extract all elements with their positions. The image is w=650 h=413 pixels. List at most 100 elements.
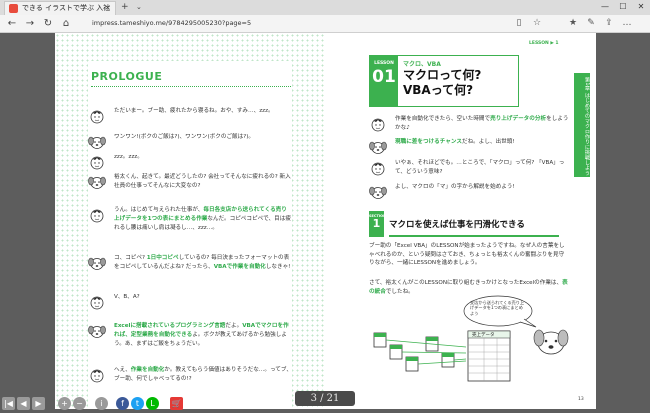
dog-face-icon bbox=[88, 325, 106, 338]
boy-face-icon bbox=[90, 369, 104, 383]
chapter-side-tab: 第1章 はじめてのマクロ作りに挑戦しよう bbox=[574, 73, 590, 177]
back-arrow-icon[interactable]: ← bbox=[4, 16, 20, 31]
dog-face-icon bbox=[88, 136, 106, 149]
highlight-text: VBAで作業を自動化 bbox=[213, 263, 266, 270]
dialog-text: コ、コピペ? 1日中コピペしているの? 毎日決まったフォーマットの表をコピペして… bbox=[114, 254, 292, 272]
first-page-icon[interactable]: |◀ bbox=[2, 397, 15, 410]
maximize-button[interactable]: ☐ bbox=[614, 0, 632, 14]
speech-bubble-text: 支店から送られてくる売り上げデータを1つの表にまとめよう bbox=[470, 300, 525, 316]
zoom-out-icon[interactable]: − bbox=[73, 397, 86, 410]
forward-arrow-icon[interactable]: → bbox=[22, 16, 38, 31]
lesson-number-badge: LESSON 01 bbox=[370, 56, 398, 106]
right-book-page: LESSON ▶ 1 LESSON 01 マクロ、VBA マクロって何? VBA… bbox=[326, 33, 596, 409]
document-icon bbox=[389, 344, 403, 360]
section-underline bbox=[389, 235, 559, 237]
dog-face-icon bbox=[369, 186, 387, 199]
boy-face-icon bbox=[371, 118, 385, 132]
reading-view-icon[interactable]: ▯ bbox=[512, 16, 526, 31]
document-icon bbox=[441, 352, 455, 368]
dialog-text: へえ、作業を自動化か。教えてもらう価値はありそうだな…。ってブ、ブー助、何でしゃ… bbox=[114, 366, 292, 384]
dog-face-icon bbox=[88, 176, 106, 189]
pen-icon[interactable]: ✎ bbox=[584, 16, 598, 31]
document-icon bbox=[405, 356, 419, 372]
text-run: だよ。 bbox=[225, 323, 243, 329]
section-number: 1 bbox=[372, 217, 381, 230]
facebook-icon[interactable]: f bbox=[116, 397, 129, 410]
info-icon[interactable]: i bbox=[95, 397, 108, 410]
lesson-title-line2: VBAって何? bbox=[403, 83, 474, 97]
document-icon bbox=[373, 332, 387, 348]
lesson-header: LESSON 01 マクロ、VBA マクロって何? VBAって何? bbox=[369, 55, 519, 107]
highlight-text: 現職に差をつけるチャンス bbox=[395, 139, 462, 145]
dialog-text: 現職に差をつけるチャンスだね。よし、出世頭! bbox=[395, 138, 569, 147]
highlight-text: 1日中コピペ bbox=[146, 255, 179, 261]
favorites-hub-icon[interactable]: ★ bbox=[566, 16, 580, 31]
body-paragraph-2: さて、裕太くんがこのLESSONに取り組むきっかけとなったExcelの作業は、表… bbox=[369, 279, 569, 296]
browser-tab[interactable]: できる イラストで学ぶ 入社 × bbox=[4, 1, 116, 15]
boy-face-icon bbox=[90, 156, 104, 170]
dialog-text: ワンワン!(ボクのご飯は?)、ワンワン(ボクのご飯は?)。 bbox=[114, 134, 254, 140]
lesson-nav: LESSON ▶ 1 bbox=[529, 41, 559, 46]
tab-bar: できる イラストで学ぶ 入社 × + ⌄ — ☐ ✕ bbox=[0, 0, 650, 15]
section-header: SECTION 1 マクロを使えば仕事を円滑化できる bbox=[369, 211, 559, 237]
left-book-page: PROLOGUE ただいまー。ブー助、疲れたから寝るね。おや、すみ…、zzz。ワ… bbox=[55, 33, 326, 409]
lesson-title-line1: マクロって何? bbox=[403, 68, 482, 82]
boy-face-icon bbox=[90, 296, 104, 310]
close-tab-icon[interactable]: × bbox=[104, 2, 111, 14]
section-number-badge: SECTION 1 bbox=[369, 211, 386, 237]
favorite-star-icon[interactable]: ☆ bbox=[530, 16, 544, 31]
home-icon[interactable]: ⌂ bbox=[58, 16, 74, 31]
lesson-label: LESSON bbox=[374, 61, 394, 66]
site-favicon-icon bbox=[9, 4, 18, 13]
dog-mascot-illustration bbox=[533, 329, 569, 355]
text-run: しなきゃ! bbox=[265, 263, 291, 270]
navigation-bar: ← → ↻ ⌂ impress.tameshiyo.me/97842950052… bbox=[0, 15, 650, 33]
dialog-text: Excelに搭載されているプログラミング言語だよ。VBAでマクロを作れば、定型業… bbox=[114, 322, 292, 348]
dialog-text: 作業を自動化できたら、空いた時間で売り上げデータの分析をしようかな♪ bbox=[395, 115, 569, 133]
prev-page-icon[interactable]: ◀ bbox=[17, 397, 30, 410]
share-icon[interactable]: ⇪ bbox=[602, 16, 616, 31]
more-menu-icon[interactable]: … bbox=[620, 16, 634, 31]
dog-face-icon bbox=[369, 141, 387, 154]
boy-face-icon bbox=[371, 162, 385, 176]
section-title: マクロを使えば仕事を円滑化できる bbox=[389, 220, 525, 230]
refresh-icon[interactable]: ↻ bbox=[40, 16, 56, 31]
dialog-text: よし、マクロの「マ」の字から解説を始めよう! bbox=[395, 184, 515, 190]
tab-title: できる イラストで学ぶ 入社 bbox=[22, 4, 111, 12]
merged-sheet bbox=[467, 330, 511, 382]
line-icon[interactable]: L bbox=[146, 397, 159, 410]
page-counter: 3 / 21 bbox=[295, 391, 355, 406]
dialog-text: ただいまー。ブー助、疲れたから寝るね。おや、すみ…、zzz。 bbox=[114, 108, 274, 114]
highlight-text: Excelに搭載されているプログラミング言語 bbox=[114, 323, 226, 329]
minimize-button[interactable]: — bbox=[596, 0, 614, 14]
viewer-toolbar: |◀ ◀ ▶ + − i f t L 🛒 bbox=[0, 396, 200, 413]
highlight-text: 売り上げデータの分析 bbox=[490, 116, 547, 122]
text-run: コ、コピペ? bbox=[114, 255, 147, 261]
lesson-subtitle: マクロ、VBA bbox=[403, 61, 441, 68]
dialog-text: zzz。zzz。 bbox=[114, 154, 143, 160]
heading-divider bbox=[91, 86, 291, 87]
boy-face-icon bbox=[90, 110, 104, 124]
dialog-text: いやぁ、それほどでも。…ところで、「マクロ」って何? 「VBA」って、どういう意… bbox=[395, 160, 565, 175]
address-bar[interactable]: impress.tameshiyo.me/9784295005230?page=… bbox=[92, 18, 251, 29]
next-page-icon[interactable]: ▶ bbox=[32, 397, 45, 410]
text-run: でしたね。 bbox=[385, 288, 414, 295]
text-run: へえ、 bbox=[114, 367, 131, 373]
shop-cart-icon[interactable]: 🛒 bbox=[170, 397, 183, 410]
twitter-icon[interactable]: t bbox=[131, 397, 144, 410]
lesson-number: 01 bbox=[372, 67, 396, 87]
tab-list-chevron-icon[interactable]: ⌄ bbox=[136, 1, 142, 13]
dialog-text: 裕太くん、起きて。最近どうしたの? 会社ってそんなに疲れるの? 新入社員の仕事っ… bbox=[114, 174, 291, 189]
prologue-card: PROLOGUE ただいまー。ブー助、疲れたから寝るね。おや、すみ…、zzz。ワ… bbox=[88, 61, 292, 409]
close-window-button[interactable]: ✕ bbox=[632, 0, 650, 14]
table-merge-illustration: 売上データ 支店から送られてくる売り上げデータを1つの表にまとめよう bbox=[373, 295, 569, 382]
sheet-label: 売上データ bbox=[472, 331, 495, 338]
prologue-heading: PROLOGUE bbox=[91, 70, 163, 83]
text-run: 作業を自動化できたら、空いた時間で bbox=[395, 116, 491, 122]
highlight-text: 作業を自動化 bbox=[130, 367, 165, 373]
boy-face-icon bbox=[90, 209, 104, 223]
page-number: 13 bbox=[578, 397, 584, 402]
zoom-in-icon[interactable]: + bbox=[58, 397, 71, 410]
new-tab-button[interactable]: + bbox=[121, 1, 129, 13]
text-run: うん。はじめて与えられた仕事が、 bbox=[114, 207, 204, 213]
